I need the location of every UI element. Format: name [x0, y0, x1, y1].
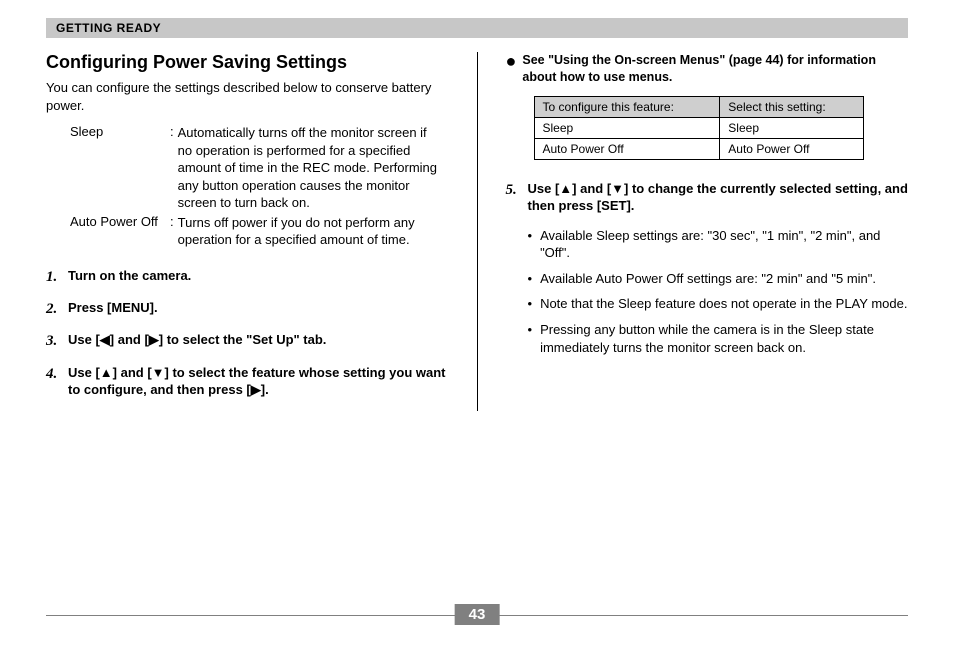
table-header-row: To configure this feature: Select this s… [534, 96, 863, 117]
step-number: 1. [46, 267, 68, 287]
page-number-badge: 43 [455, 604, 500, 625]
def-desc: Turns off power if you do not perform an… [178, 214, 439, 249]
see-note: ● See "Using the On-screen Menus" (page … [506, 52, 909, 86]
step-4: 4.Use [▲] and [▼] to select the feature … [46, 364, 449, 399]
step-text: Use [◀] and [▶] to select the "Set Up" t… [68, 331, 449, 351]
page-title: Configuring Power Saving Settings [46, 52, 449, 73]
left-column: Configuring Power Saving Settings You ca… [46, 52, 449, 411]
manual-page: GETTING READY Configuring Power Saving S… [0, 0, 954, 646]
step-5: 5.Use [▲] and [▼] to change the currentl… [506, 180, 909, 215]
intro-text: You can configure the settings described… [46, 79, 449, 114]
footer-rule: 43 [46, 615, 908, 616]
step-3: 3.Use [◀] and [▶] to select the "Set Up"… [46, 331, 449, 351]
step-text: Use [▲] and [▼] to change the currently … [528, 180, 909, 215]
step-number: 3. [46, 331, 68, 351]
column-divider [477, 52, 478, 411]
bullet-icon: • [528, 270, 533, 288]
bullet-icon: ● [506, 52, 517, 70]
section-header: GETTING READY [46, 18, 908, 38]
bullet-icon: • [528, 295, 533, 313]
steps-list-right: 5.Use [▲] and [▼] to change the currentl… [506, 180, 909, 215]
def-colon: : [170, 214, 178, 249]
table-cell: Sleep [534, 117, 720, 138]
table-cell: Auto Power Off [720, 138, 863, 159]
list-item: • Note that the Sleep feature does not op… [528, 295, 909, 313]
steps-list-left: 1.Turn on the camera. 2.Press [MENU]. 3.… [46, 267, 449, 399]
step-number: 4. [46, 364, 68, 399]
two-column-layout: Configuring Power Saving Settings You ca… [46, 52, 908, 411]
page-footer: 43 [46, 615, 908, 616]
step-2: 2.Press [MENU]. [46, 299, 449, 319]
def-colon: : [170, 124, 178, 212]
table-header: To configure this feature: [534, 96, 720, 117]
table-row: Auto Power Off Auto Power Off [534, 138, 863, 159]
note-text: Available Sleep settings are: "30 sec", … [540, 227, 908, 262]
settings-table: To configure this feature: Select this s… [534, 96, 864, 160]
step-number: 2. [46, 299, 68, 319]
def-term: Auto Power Off [70, 214, 170, 249]
definition-sleep: Sleep : Automatically turns off the moni… [46, 124, 449, 212]
def-term: Sleep [70, 124, 170, 212]
bullet-icon: • [528, 321, 533, 356]
table-header: Select this setting: [720, 96, 863, 117]
list-item: • Available Auto Power Off settings are: … [528, 270, 909, 288]
step-text: Use [▲] and [▼] to select the feature wh… [68, 364, 449, 399]
definition-auto-power-off: Auto Power Off : Turns off power if you … [46, 214, 449, 249]
note-text: Available Auto Power Off settings are: "… [540, 270, 876, 288]
table-cell: Auto Power Off [534, 138, 720, 159]
list-item: •Available Sleep settings are: "30 sec",… [528, 227, 909, 262]
note-text: Note that the Sleep feature does not ope… [540, 295, 907, 313]
step-text: Turn on the camera. [68, 267, 449, 287]
def-desc: Automatically turns off the monitor scre… [178, 124, 439, 212]
table-cell: Sleep [720, 117, 863, 138]
table-row: Sleep Sleep [534, 117, 863, 138]
right-column: ● See "Using the On-screen Menus" (page … [506, 52, 909, 411]
step-number: 5. [506, 180, 528, 215]
step-text: Press [MENU]. [68, 299, 449, 319]
see-note-text: See "Using the On-screen Menus" (page 44… [522, 52, 908, 86]
step-1: 1.Turn on the camera. [46, 267, 449, 287]
notes-list: •Available Sleep settings are: "30 sec",… [506, 227, 909, 356]
list-item: •Pressing any button while the camera is… [528, 321, 909, 356]
note-text: Pressing any button while the camera is … [540, 321, 908, 356]
bullet-icon: • [528, 227, 533, 262]
